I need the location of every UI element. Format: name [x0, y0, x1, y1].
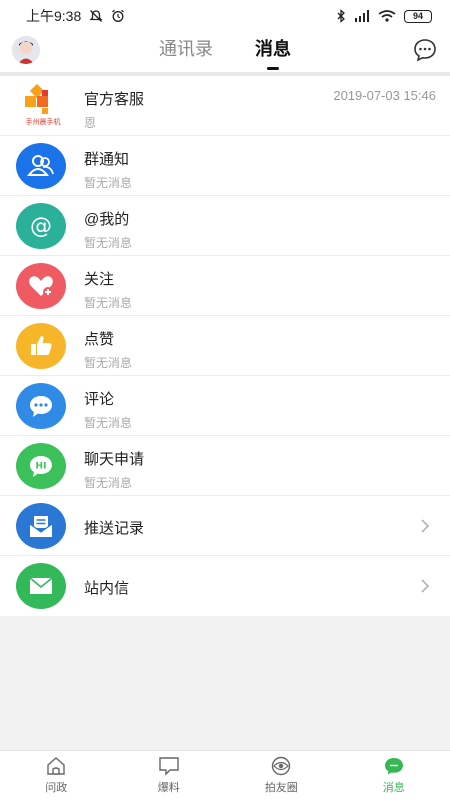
- status-bar: 上午9:38 94: [0, 0, 450, 32]
- item-subtitle: 恩: [84, 116, 97, 130]
- list-item-mentions[interactable]: @ @我的 暂无消息: [0, 196, 450, 256]
- bluetooth-icon: [336, 9, 346, 23]
- item-title: 站内信: [84, 580, 130, 597]
- list-item-follow[interactable]: 关注 暂无消息: [0, 256, 450, 316]
- svg-text:@: @: [30, 214, 52, 239]
- group-icon: [16, 143, 66, 189]
- item-subtitle: 暂无消息: [84, 356, 133, 370]
- push-record-icon: [16, 503, 66, 549]
- nav-label: 消息: [382, 782, 405, 794]
- at-icon: @: [16, 203, 66, 249]
- nav-label: 问政: [45, 782, 68, 794]
- nav-item-wenzheng[interactable]: 问政: [0, 751, 113, 800]
- item-title: 推送记录: [84, 520, 145, 537]
- list-item-inbox[interactable]: 站内信: [0, 556, 450, 616]
- official-service-logo: 手州晨手机: [18, 82, 68, 128]
- nav-label: 拍友圈: [264, 782, 298, 794]
- header: 通讯录 消息: [0, 32, 450, 72]
- eye-circle-icon: [272, 756, 291, 776]
- message-square-icon: [159, 757, 179, 776]
- svg-text:HI: HI: [36, 462, 47, 472]
- item-subtitle: 暂无消息: [84, 296, 133, 310]
- header-tabs: 通讯录 消息: [0, 32, 450, 72]
- more-chat-icon[interactable]: [412, 37, 438, 63]
- item-title: 点赞: [84, 331, 115, 348]
- list-item-official-service[interactable]: 手州晨手机 官方客服 恩 2019-07-03 15:46: [0, 76, 450, 136]
- chat-bubble-icon: [384, 758, 403, 775]
- chevron-right-icon: [421, 519, 430, 533]
- list-item-comments[interactable]: 评论 暂无消息: [0, 376, 450, 436]
- mail-icon: [16, 563, 66, 609]
- list-item-push-record[interactable]: 推送记录: [0, 496, 450, 556]
- comment-icon: [16, 383, 66, 429]
- alarm-icon: [111, 9, 125, 23]
- item-title: 群通知: [84, 151, 130, 168]
- status-time: 上午9:38: [26, 8, 82, 24]
- battery-indicator: 94: [404, 9, 432, 23]
- nav-label: 爆料: [157, 782, 180, 794]
- list-item-likes[interactable]: 点赞 暂无消息: [0, 316, 450, 376]
- nav-item-baoliao[interactable]: 爆料: [113, 751, 226, 800]
- nav-item-messages[interactable]: 消息: [338, 751, 450, 800]
- item-title: 聊天申请: [84, 451, 145, 468]
- chevron-right-icon: [421, 579, 430, 593]
- heart-plus-icon: [16, 263, 66, 309]
- tab-contacts[interactable]: 通讯录: [159, 32, 213, 72]
- item-time: 2019-07-03 15:46: [333, 88, 436, 103]
- wifi-icon: [378, 10, 396, 22]
- tab-messages[interactable]: 消息: [255, 32, 291, 72]
- bottom-nav: 问政 爆料 拍友圈 消息: [0, 750, 450, 800]
- svg-text:手州晨手机: 手州晨手机: [26, 117, 61, 126]
- home-icon: [47, 757, 65, 775]
- list-item-chat-request[interactable]: HI 聊天申请 暂无消息: [0, 436, 450, 496]
- item-title: 官方客服: [84, 91, 145, 108]
- message-list: 手州晨手机 官方客服 恩 2019-07-03 15:46 群通知 暂无消息 @…: [0, 76, 450, 616]
- item-subtitle: 暂无消息: [84, 476, 133, 490]
- item-subtitle: 暂无消息: [84, 176, 133, 190]
- notifications-off-icon: [89, 9, 103, 23]
- nav-item-paiyouquan[interactable]: 拍友圈: [225, 751, 338, 800]
- item-title: 评论: [84, 391, 115, 408]
- list-item-group-notice[interactable]: 群通知 暂无消息: [0, 136, 450, 196]
- signal-icon: [354, 10, 370, 22]
- item-title: @我的: [84, 211, 130, 228]
- item-title: 关注: [84, 271, 115, 288]
- chat-request-icon: HI: [16, 443, 66, 489]
- item-subtitle: 暂无消息: [84, 236, 133, 250]
- item-subtitle: 暂无消息: [84, 416, 133, 430]
- thumbs-up-icon: [16, 323, 66, 369]
